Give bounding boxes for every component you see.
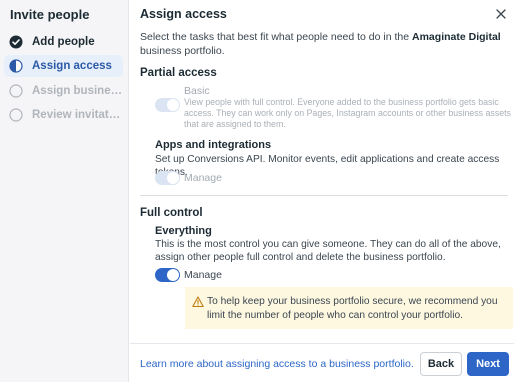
full-control-manage-toggle[interactable] — [155, 268, 180, 282]
intro-text: Select the tasks that best fit what peop… — [140, 31, 501, 57]
step-label: Assign access — [32, 60, 112, 72]
step-review-invitation[interactable]: Review invitation — [4, 104, 123, 126]
next-button[interactable]: Next — [467, 352, 509, 376]
step-label: Review invitation — [32, 109, 123, 121]
apps-integrations-title: Apps and integrations — [155, 139, 272, 151]
everything-description: This is the most control you can give so… — [155, 239, 501, 263]
half-circle-icon — [9, 59, 23, 73]
main-panel: Assign access Select the tasks that best… — [130, 0, 514, 382]
apps-manage-label: Manage — [184, 172, 222, 184]
basic-label: Basic — [184, 85, 210, 97]
step-label: Assign business a... — [32, 85, 123, 97]
basic-description: View people with full control. Everyone … — [184, 97, 511, 129]
warning-text: To help keep your business portfolio sec… — [207, 296, 498, 321]
step-add-people[interactable]: Add people — [4, 31, 123, 53]
everything-title: Everything — [155, 225, 212, 237]
full-control-title: Full control — [140, 207, 203, 219]
step-assign-business-assets[interactable]: Assign business a... — [4, 80, 123, 102]
learn-more-link[interactable]: Learn more about assigning access to a b… — [140, 358, 414, 370]
check-circle-icon — [9, 35, 23, 49]
basic-toggle[interactable] — [155, 98, 180, 112]
page-title: Assign access — [140, 7, 227, 21]
empty-circle-icon — [9, 84, 23, 98]
step-label: Add people — [32, 36, 95, 48]
divider — [140, 195, 508, 196]
sidebar-title: Invite people — [10, 7, 90, 22]
warning-icon — [192, 296, 204, 308]
footer-divider — [130, 343, 514, 344]
business-name: Amaginate Digital — [412, 31, 501, 43]
apps-manage-toggle[interactable] — [155, 171, 180, 185]
back-button[interactable]: Back — [420, 352, 462, 376]
close-icon[interactable] — [494, 7, 508, 21]
empty-circle-icon — [9, 108, 23, 122]
sidebar: Invite people Add people Assign access A… — [0, 0, 129, 382]
partial-access-title: Partial access — [140, 67, 217, 79]
step-assign-access[interactable]: Assign access — [4, 55, 123, 77]
full-control-manage-label: Manage — [184, 269, 222, 281]
